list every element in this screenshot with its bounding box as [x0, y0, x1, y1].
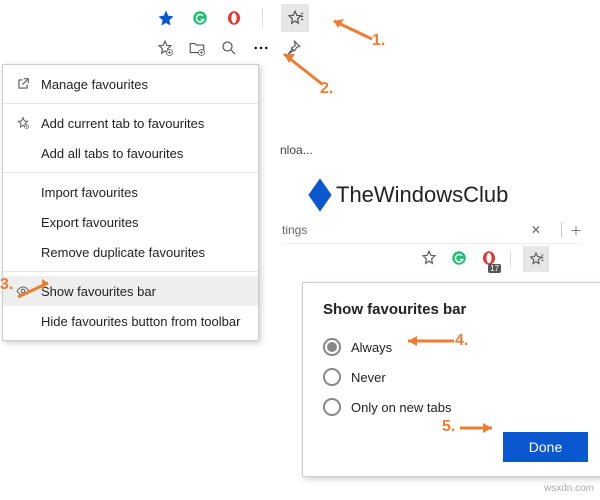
menu-show-favourites-bar[interactable]: Show favourites bar: [3, 276, 258, 306]
menu-label: Show favourites bar: [41, 284, 156, 299]
menu-add-current-tab[interactable]: Add current tab to favourites: [3, 108, 258, 138]
menu-remove-duplicates[interactable]: Remove duplicate favourites: [3, 237, 258, 267]
separator: [262, 8, 263, 28]
close-icon[interactable]: ✕: [531, 223, 541, 237]
option-never[interactable]: Never: [323, 362, 588, 392]
brand-text: TheWindowsClub: [336, 182, 508, 208]
browser-toolbar: [150, 3, 352, 33]
option-label: Only on new tabs: [351, 400, 451, 415]
page-text-fragment: nloa...: [280, 143, 313, 157]
menu-label: Manage favourites: [41, 77, 148, 92]
radio-icon: [323, 338, 341, 356]
menu-hide-favourites-button[interactable]: Hide favourites button from toolbar: [3, 306, 258, 336]
option-label: Always: [351, 340, 392, 355]
external-link-icon: [15, 76, 31, 92]
browser-toolbar-secondary: 17: [420, 246, 549, 272]
star-add-icon[interactable]: [420, 249, 438, 270]
search-icon[interactable]: [220, 39, 238, 60]
menu-label: Hide favourites button from toolbar: [41, 314, 240, 329]
separator: [510, 250, 511, 268]
pin-icon[interactable]: [284, 39, 302, 60]
badge-count: 17: [488, 264, 501, 273]
star-filled-icon[interactable]: [156, 8, 176, 28]
opera-icon[interactable]: [224, 8, 244, 28]
menu-label: Import favourites: [41, 185, 138, 200]
tab-bar: tings ✕ ＋: [282, 217, 582, 244]
callout-3: 3.: [0, 276, 13, 294]
callout-1: 1.: [372, 32, 385, 50]
more-icon[interactable]: [252, 39, 270, 60]
callout-5: 5.: [442, 418, 455, 436]
folder-add-icon[interactable]: [188, 39, 206, 60]
menu-divider: [3, 172, 258, 173]
logo-icon: [308, 178, 331, 211]
menu-add-all-tabs[interactable]: Add all tabs to favourites: [3, 138, 258, 168]
favorites-toolbar: [150, 36, 342, 62]
favorites-menu-button[interactable]: [281, 4, 309, 32]
radio-icon: [323, 398, 341, 416]
menu-import-favourites[interactable]: Import favourites: [3, 177, 258, 207]
callout-2: 2.: [320, 80, 333, 98]
new-tab-button[interactable]: ＋: [570, 222, 582, 239]
eye-icon: [15, 283, 31, 299]
menu-divider: [3, 103, 258, 104]
tab-title-fragment: tings: [282, 223, 307, 237]
opera-icon[interactable]: 17: [480, 249, 498, 270]
menu-label: Remove duplicate favourites: [41, 245, 205, 260]
watermark: wsxdn.com: [544, 483, 594, 494]
grammarly-icon[interactable]: [450, 249, 468, 270]
menu-divider: [3, 271, 258, 272]
menu-export-favourites[interactable]: Export favourites: [3, 207, 258, 237]
favorites-menu-button[interactable]: [523, 246, 549, 272]
star-add-icon[interactable]: [156, 39, 174, 60]
show-favourites-bar-panel: Show favourites bar Always Never Only on…: [302, 282, 600, 477]
option-label: Never: [351, 370, 386, 385]
done-button[interactable]: Done: [503, 432, 588, 462]
callout-4: 4.: [455, 332, 468, 350]
separator: [561, 222, 562, 238]
menu-label: Add current tab to favourites: [41, 116, 204, 131]
favorites-menu: Manage favourites Add current tab to fav…: [2, 64, 259, 341]
menu-manage-favourites[interactable]: Manage favourites: [3, 69, 258, 99]
menu-label: Export favourites: [41, 215, 139, 230]
star-add-icon: [15, 115, 31, 131]
menu-label: Add all tabs to favourites: [41, 146, 183, 161]
brand: TheWindowsClub: [310, 182, 508, 208]
option-only-new-tabs[interactable]: Only on new tabs: [323, 392, 588, 422]
radio-icon: [323, 368, 341, 386]
panel-title: Show favourites bar: [323, 301, 588, 318]
grammarly-icon[interactable]: [190, 8, 210, 28]
